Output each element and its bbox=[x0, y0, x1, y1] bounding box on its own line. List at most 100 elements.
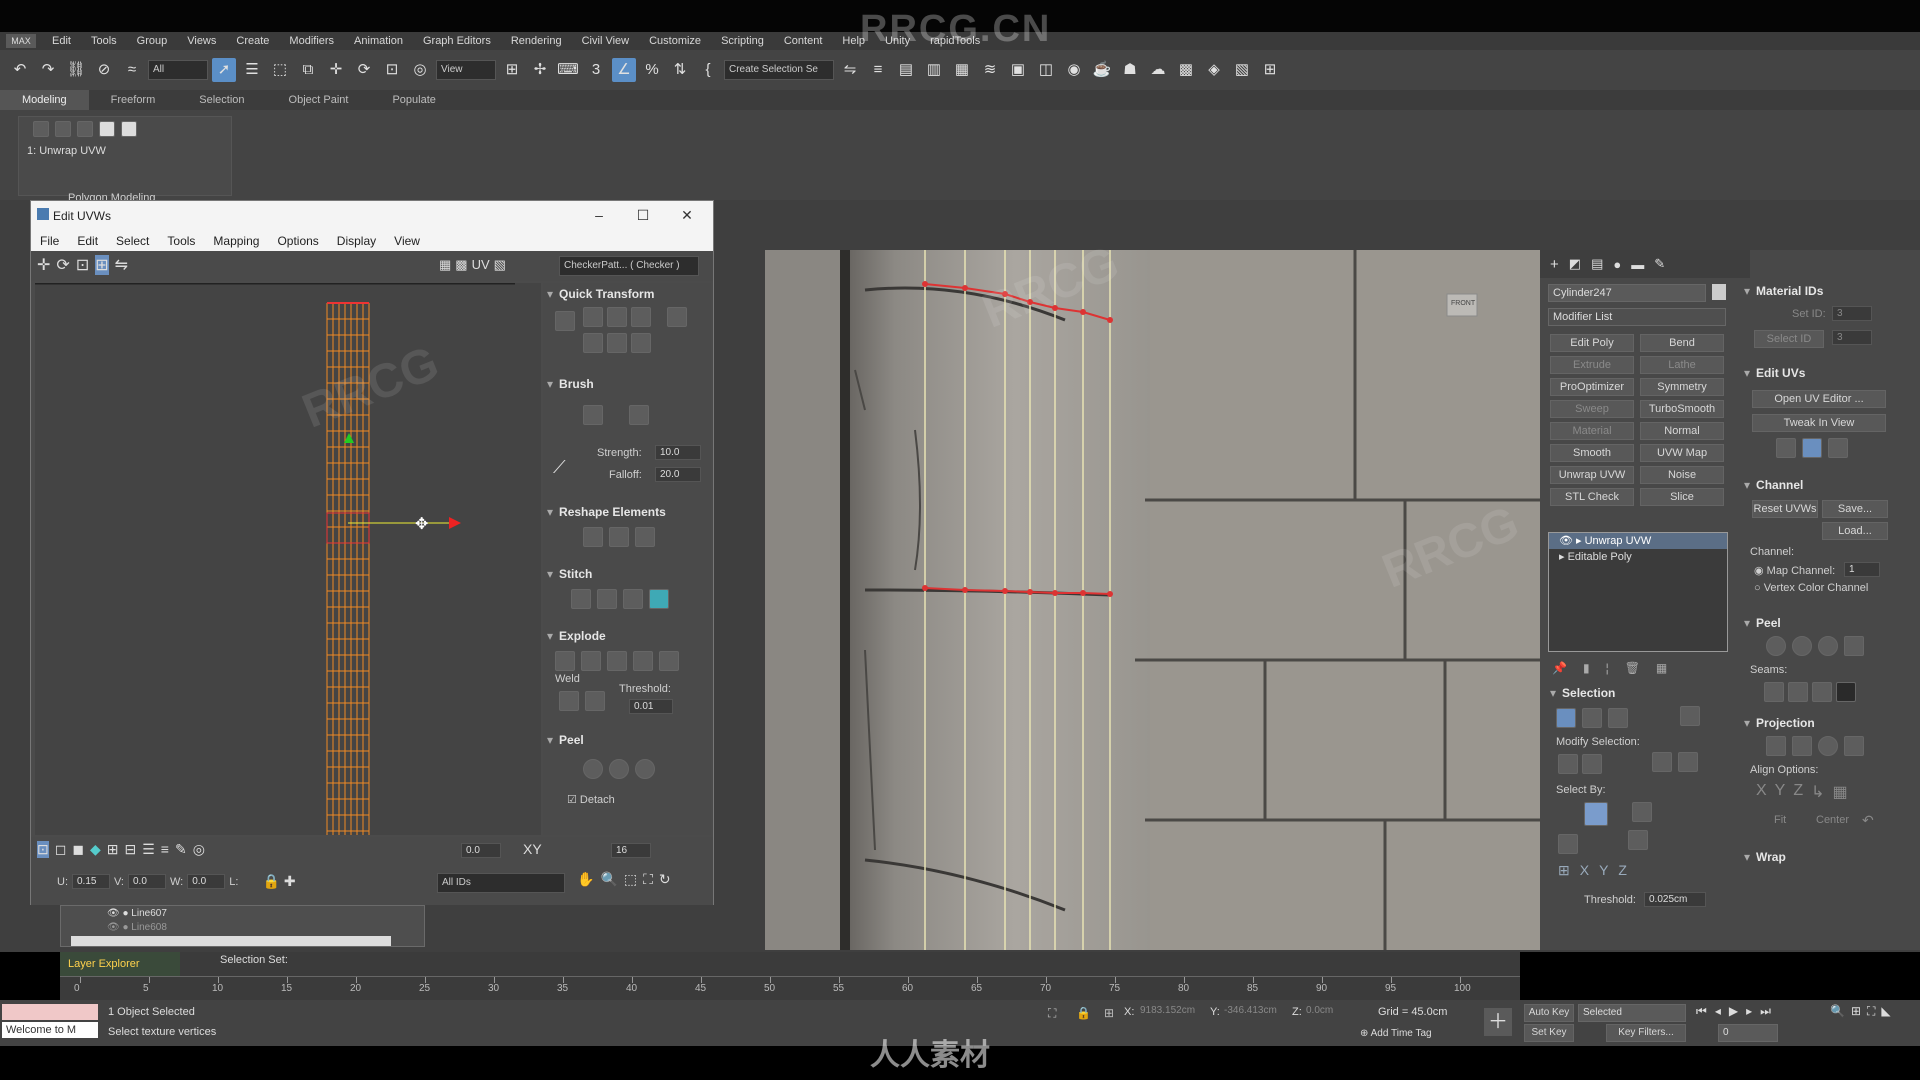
unlink-icon[interactable]: ⊘ bbox=[92, 58, 116, 82]
select-id-button[interactable]: Select ID bbox=[1754, 330, 1824, 348]
utilities-tab-icon[interactable]: ✎ bbox=[1654, 256, 1665, 272]
display-tab-icon[interactable]: ▬ bbox=[1631, 257, 1644, 272]
space-horizontal-icon[interactable] bbox=[583, 333, 603, 353]
select-y-icon[interactable]: Y bbox=[1599, 862, 1608, 879]
edit-uvs-header[interactable]: Edit UVs bbox=[1744, 366, 1805, 380]
relax-brush-icon[interactable] bbox=[629, 405, 649, 425]
mod-btn-slice[interactable]: Slice bbox=[1640, 488, 1724, 506]
close-icon[interactable]: ✕ bbox=[679, 207, 695, 223]
mod-btn-bend[interactable]: Bend bbox=[1640, 334, 1724, 352]
view-align-icon[interactable]: ▦ bbox=[1833, 782, 1848, 802]
box-map-icon[interactable] bbox=[1844, 736, 1864, 756]
texture-thumbnail-icon[interactable]: ▧ bbox=[494, 257, 506, 273]
center-button[interactable]: Center bbox=[1816, 814, 1849, 826]
goto-start-icon[interactable]: ⏮ bbox=[1696, 1004, 1707, 1019]
y-coord-field[interactable]: -346.413cm bbox=[1224, 1005, 1294, 1016]
material-ids-select[interactable]: All IDs bbox=[437, 873, 565, 893]
selection-threshold-spinner[interactable]: 0.025cm bbox=[1644, 892, 1706, 907]
mod-btn-symmetry[interactable]: Symmetry bbox=[1640, 378, 1724, 396]
texture-tool-icon[interactable]: ▩ bbox=[1174, 58, 1198, 82]
mod-btn-turbosmooth[interactable]: TurboSmooth bbox=[1640, 400, 1724, 418]
falloff-spinner[interactable]: 20.0 bbox=[655, 467, 701, 482]
material-ids-header[interactable]: Material IDs bbox=[1744, 284, 1823, 298]
named-selection-icon[interactable]: { bbox=[696, 58, 720, 82]
layer-explorer-label[interactable]: Layer Explorer bbox=[68, 958, 140, 970]
select-x-icon[interactable]: X bbox=[1580, 862, 1589, 879]
selection-rollout-header[interactable]: Selection bbox=[1550, 686, 1615, 700]
mirror-icon[interactable]: ⇋ bbox=[838, 58, 862, 82]
set-key-big-icon[interactable]: ＋ bbox=[1484, 1008, 1512, 1036]
select-x-axis-icon[interactable]: ⊞ bbox=[1558, 862, 1570, 879]
space-vertical-icon[interactable] bbox=[607, 333, 627, 353]
uv-zoom-icon[interactable]: 🔍 bbox=[600, 871, 617, 888]
tweak-in-view-button[interactable]: Tweak In View bbox=[1752, 414, 1886, 432]
isolate-icon[interactable]: ⛶ bbox=[1048, 1006, 1056, 1021]
uv-menu-edit[interactable]: Edit bbox=[68, 234, 107, 248]
uv-menu-view[interactable]: View bbox=[385, 234, 429, 248]
uv-menu-display[interactable]: Display bbox=[328, 234, 385, 248]
open-uv-editor-button[interactable]: Open UV Editor ... bbox=[1752, 390, 1886, 408]
render-setup-icon[interactable]: ◫ bbox=[1034, 58, 1058, 82]
modifier-list-select[interactable]: Modifier List bbox=[1548, 308, 1726, 326]
uv-menu-select[interactable]: Select bbox=[107, 234, 158, 248]
reset-uvws-button[interactable]: Reset UVWs bbox=[1752, 500, 1818, 518]
set-pivot-icon[interactable] bbox=[555, 311, 575, 331]
link-icon[interactable]: ⛓ bbox=[64, 58, 88, 82]
break-icon[interactable] bbox=[555, 651, 575, 671]
mod-btn-edit-poly[interactable]: Edit Poly bbox=[1550, 334, 1634, 352]
projection-header[interactable]: Projection bbox=[1744, 716, 1815, 730]
key-filters-button[interactable]: Key Filters... bbox=[1606, 1024, 1686, 1042]
uv-element-icon[interactable]: ◆ bbox=[90, 841, 101, 858]
menu-edit[interactable]: Edit bbox=[42, 35, 81, 47]
vertex-color-radio[interactable]: ○ Vertex Color Channel bbox=[1754, 582, 1868, 594]
undo-icon[interactable]: ↶ bbox=[8, 58, 32, 82]
relax-until-flat-icon[interactable] bbox=[609, 527, 629, 547]
vertex-mode-icon[interactable] bbox=[33, 121, 49, 137]
uv-face-mode-icon[interactable]: ◼ bbox=[72, 841, 84, 858]
soft-selection-spinner[interactable]: 0.0 bbox=[461, 843, 501, 858]
select-inverted-icon[interactable] bbox=[1628, 830, 1648, 850]
menu-animation[interactable]: Animation bbox=[344, 35, 413, 47]
pin-icon[interactable] bbox=[1844, 636, 1864, 656]
uv-editor-titlebar[interactable]: Edit UVWs – ☐ ✕ bbox=[31, 201, 713, 231]
peel-tool-header[interactable]: Peel bbox=[547, 733, 707, 749]
fit-button[interactable]: Fit bbox=[1774, 814, 1786, 826]
reshape-elements-header[interactable]: Reshape Elements bbox=[547, 505, 707, 521]
render-cloud-icon[interactable]: ☁ bbox=[1146, 58, 1170, 82]
set-id-spinner[interactable]: 3 bbox=[1832, 306, 1872, 321]
x-coord-field[interactable]: 9183.152cm bbox=[1140, 1005, 1210, 1016]
minimize-icon[interactable]: – bbox=[591, 207, 607, 223]
make-unique-icon[interactable]: ¦ bbox=[1606, 661, 1609, 675]
menu-modifiers[interactable]: Modifiers bbox=[279, 35, 344, 47]
goto-end-icon[interactable]: ⏭ bbox=[1760, 1004, 1771, 1019]
maxscript-listener-top[interactable] bbox=[2, 1004, 98, 1020]
pin-stack-icon[interactable]: 📌 bbox=[1552, 661, 1567, 675]
uv-menu-mapping[interactable]: Mapping bbox=[204, 234, 268, 248]
layer-manager-icon[interactable]: ▤ bbox=[894, 58, 918, 82]
texture-toggle-icon[interactable]: ▩ bbox=[455, 257, 467, 273]
tab-freeform[interactable]: Freeform bbox=[89, 94, 178, 106]
render-iterative-icon[interactable]: ☗ bbox=[1118, 58, 1142, 82]
uv-menu-file[interactable]: File bbox=[31, 234, 68, 248]
shrink-uv-icon[interactable]: ⊟ bbox=[125, 841, 137, 858]
edit-seams-icon[interactable] bbox=[1788, 682, 1808, 702]
stack-item-editable-poly[interactable]: ▸ Editable Poly bbox=[1549, 549, 1727, 565]
mod-btn-uvw-map[interactable]: UVW Map bbox=[1640, 444, 1724, 462]
maxscript-input[interactable]: Welcome to M bbox=[2, 1022, 98, 1038]
stitch-custom-icon[interactable] bbox=[649, 589, 669, 609]
mod-btn-material[interactable]: Material bbox=[1550, 422, 1634, 440]
extra-tool-icon[interactable]: ▧ bbox=[1230, 58, 1254, 82]
cylindrical-map-icon[interactable] bbox=[1792, 736, 1812, 756]
scale-icon[interactable]: ⊡ bbox=[380, 58, 404, 82]
object-color-swatch[interactable] bbox=[1712, 284, 1726, 300]
weld-threshold-spinner[interactable]: 0.01 bbox=[629, 699, 673, 714]
object-name-field[interactable]: Cylinder247 bbox=[1548, 284, 1706, 302]
spinner-snap-icon[interactable]: ⇅ bbox=[668, 58, 692, 82]
snap-3d-icon[interactable]: 3 bbox=[584, 58, 608, 82]
mod-btn-noise[interactable]: Noise bbox=[1640, 466, 1724, 484]
tab-selection[interactable]: Selection bbox=[177, 94, 266, 106]
uv-menu-options[interactable]: Options bbox=[268, 234, 327, 248]
menu-scripting[interactable]: Scripting bbox=[711, 35, 774, 47]
mod-btn-extrude[interactable]: Extrude bbox=[1550, 356, 1634, 374]
percent-snap-icon[interactable]: % bbox=[640, 58, 664, 82]
